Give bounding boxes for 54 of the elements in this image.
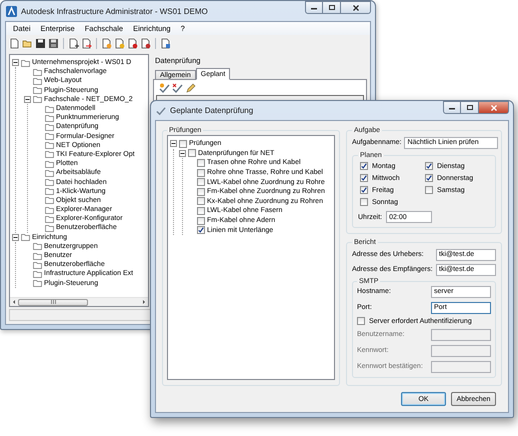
minimize-icon [449,106,455,110]
expander-toggle[interactable] [179,150,186,157]
minimize-icon [311,6,317,10]
scroll-left-icon [11,299,17,305]
window-title: Geplante Datenprüfung [170,106,254,115]
new-document-icon[interactable] [9,38,20,48]
check-plus-icon[interactable] [159,83,170,94]
document-arrow-icon[interactable] [81,38,92,48]
maximize-button[interactable] [323,1,341,14]
minimize-button[interactable] [443,101,461,114]
expander-toggle[interactable] [12,234,19,241]
checkbox[interactable] [197,158,205,167]
maximize-icon [466,105,472,110]
document-badge-icon[interactable] [127,38,138,48]
check-cross-icon[interactable] [172,83,183,94]
checkbox[interactable] [425,186,433,194]
checkbox[interactable] [188,149,196,158]
close-icon [490,104,496,110]
checkbox[interactable] [179,140,187,148]
minimize-button[interactable] [305,1,323,14]
expander-toggle[interactable] [12,59,19,66]
close-button[interactable] [479,101,509,114]
document-badge-icon[interactable] [140,38,151,48]
close-button[interactable] [341,1,371,14]
scroll-right-icon [141,299,147,305]
expander-toggle[interactable] [24,96,31,103]
checkbox[interactable] [425,174,433,182]
expander-toggle[interactable] [170,140,177,148]
checkbox[interactable] [197,188,205,196]
checkmark-icon [156,106,166,116]
checkbox[interactable] [360,162,368,170]
document-badge-icon[interactable] [114,38,125,48]
checkbox[interactable] [197,178,205,186]
checkbox[interactable] [197,206,205,215]
checkbox[interactable] [360,174,368,182]
maximize-button[interactable] [461,101,479,114]
document-badge-icon[interactable] [101,38,112,48]
grip-icon [50,300,56,304]
app-logo-icon [6,6,17,16]
checkbox[interactable] [425,162,433,170]
checkbox[interactable] [197,168,205,177]
checkbox[interactable] [357,317,365,325]
checkbox[interactable] [197,216,205,225]
close-icon [352,4,358,10]
document-chart-icon[interactable] [160,38,171,48]
checkbox[interactable] [360,198,368,206]
checkbox[interactable] [197,197,205,206]
scrollbar-thumb[interactable] [18,298,88,306]
horizontal-scrollbar[interactable] [10,297,148,306]
checkbox[interactable] [360,186,368,194]
checkbox[interactable] [197,226,205,234]
add-document-icon[interactable] [68,38,79,48]
window-title: Autodesk Infrastructure Administrator - WS01 DEMO [21,6,209,16]
maximize-icon [328,5,334,10]
